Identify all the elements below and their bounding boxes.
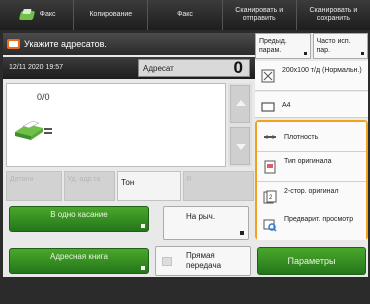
preview-setting[interactable]: Предварит. просмотр (257, 210, 366, 240)
delete-dest-button[interactable]: Уд. адр.та (63, 171, 116, 201)
direct-send-checkbox[interactable] (162, 257, 172, 266)
tab-fax[interactable]: Факс (148, 0, 223, 30)
scroll-up-button[interactable] (230, 85, 250, 123)
on-hook-button[interactable]: На рыч. (163, 206, 249, 240)
density-setting[interactable]: Плотность (257, 122, 366, 152)
fax-main-pane: Укажите адресатов. 12/11 2020 19:57 Адре… (3, 33, 255, 277)
favorite-settings-button[interactable]: Часто исп. пар. (312, 33, 368, 59)
duplex-label: 2-стор. оригинал (284, 188, 339, 195)
tab-scan-save-label: Сканировать и сохранить (309, 7, 358, 22)
datetime: 12/11 2020 19:57 (9, 64, 63, 71)
one-touch-button[interactable]: В одно касание (9, 206, 149, 232)
preview-label: Предварит. просмотр (284, 216, 354, 223)
tab-scan-send[interactable]: Сканировать и отправить (222, 0, 297, 30)
density-label: Плотность (284, 134, 319, 141)
prompt-bar: Укажите адресатов. (3, 33, 255, 55)
addressee-count: 0 (233, 58, 243, 77)
highlighted-settings: Плотность Тип оригинала 2 2-стор. оригин… (255, 120, 368, 240)
r-button[interactable]: R (182, 171, 254, 201)
home-icon (18, 9, 36, 21)
original-type-setting[interactable]: Тип оригинала (257, 152, 366, 182)
addressee-counter: Адресат 0 (138, 58, 250, 77)
paper-size-setting[interactable]: A4 (255, 92, 368, 118)
mail-icon (7, 39, 20, 49)
original-type-icon (264, 160, 276, 174)
details-button[interactable]: Детали (6, 171, 62, 201)
parameters-label: Параметры (287, 256, 336, 266)
bottom-bar (0, 277, 370, 304)
duplex-setting[interactable]: 2 2-стор. оригинал (257, 182, 366, 212)
top-tab-bar: Факс Копирование Факс Сканировать и отпр… (0, 0, 370, 30)
tab-home-label: Факс (39, 11, 56, 18)
resolution-setting[interactable]: 200x100 т/д (Нормальн.) (255, 61, 368, 91)
scroll-down-button[interactable] (230, 127, 250, 165)
tab-fax-label: Факс (177, 11, 193, 18)
on-hook-label: На рыч. (186, 212, 216, 221)
destination-box[interactable]: 0/0 (6, 83, 226, 167)
tab-copy[interactable]: Копирование (74, 0, 149, 30)
tab-home-fax[interactable]: Факс (0, 0, 75, 30)
resolution-icon (261, 69, 275, 83)
tab-scan-save[interactable]: Сканировать и сохранить (296, 0, 370, 30)
destination-ratio: 0/0 (37, 92, 50, 102)
destination-scrollbar (228, 83, 252, 167)
fax-machine-icon (15, 120, 52, 140)
direct-send-label: Прямая передача (186, 251, 222, 270)
addressee-label: Адресат (143, 64, 174, 73)
preview-icon (263, 219, 277, 232)
tab-scan-send-label: Сканировать и отправить (235, 7, 284, 22)
original-type-label: Тип оригинала (284, 158, 332, 165)
paper-icon (261, 102, 275, 112)
one-touch-label: В одно касание (50, 210, 108, 219)
previous-settings-button[interactable]: Предыд. парам. (255, 33, 311, 59)
preset-buttons: Предыд. парам. Часто исп. пар. (255, 33, 368, 59)
density-icon (264, 135, 276, 139)
tone-button[interactable]: Тон (117, 171, 181, 201)
tab-copy-label: Копирование (89, 11, 133, 18)
address-book-label: Адресная книга (50, 252, 108, 261)
address-book-button[interactable]: Адресная книга (9, 248, 149, 274)
settings-column: Предыд. парам. Часто исп. пар. 200x100 т… (255, 33, 368, 277)
resolution-value: 200x100 т/д (Нормальн.) (282, 67, 362, 74)
parameters-button[interactable]: Параметры (257, 247, 366, 275)
info-bar: 12/11 2020 19:57 Адресат 0 (3, 57, 255, 79)
prompt-text: Укажите адресатов. (24, 39, 107, 49)
destination-actions: Детали Уд. адр.та Тон R (6, 171, 254, 201)
duplex-icon: 2 (263, 190, 277, 204)
paper-size-value: A4 (282, 102, 291, 109)
direct-send-toggle[interactable]: Прямая передача (155, 246, 251, 276)
